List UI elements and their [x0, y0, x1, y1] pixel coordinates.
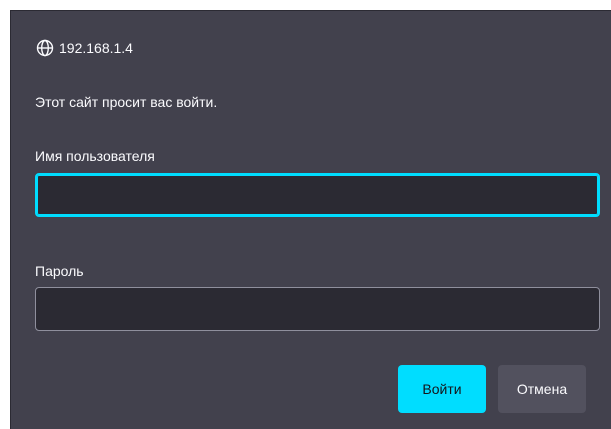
cancel-button[interactable]: Отмена — [498, 365, 586, 413]
username-input[interactable] — [35, 173, 600, 217]
dialog-origin: 192.168.1.4 — [36, 38, 133, 58]
globe-icon — [36, 39, 54, 57]
username-label: Имя пользователя — [35, 148, 155, 164]
dialog-message: Этот сайт просит вас войти. — [35, 94, 218, 110]
password-label: Пароль — [35, 263, 84, 279]
password-input[interactable] — [35, 287, 600, 331]
login-button[interactable]: Войти — [398, 365, 486, 413]
auth-dialog: 192.168.1.4 Этот сайт просит вас войти. … — [10, 10, 611, 429]
origin-host: 192.168.1.4 — [59, 40, 133, 56]
